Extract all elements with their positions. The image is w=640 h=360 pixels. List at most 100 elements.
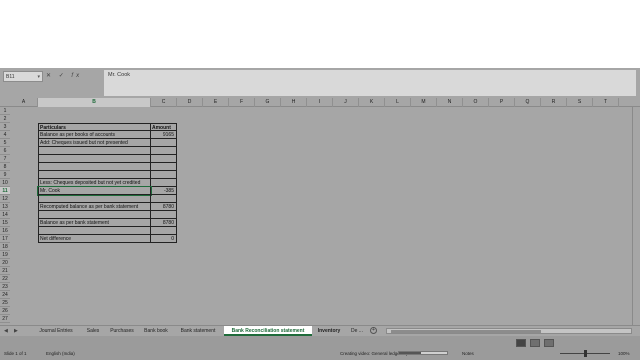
zoom-level[interactable]: 100% <box>618 349 630 358</box>
page-layout-icon[interactable] <box>530 339 540 347</box>
column-header-Q[interactable]: Q <box>515 98 541 107</box>
cell-B7[interactable] <box>38 155 151 163</box>
row-header-16[interactable]: 16 <box>0 227 10 235</box>
cell-B6[interactable] <box>38 147 151 155</box>
column-header-F[interactable]: F <box>229 98 255 107</box>
cell-B12[interactable] <box>38 195 151 203</box>
row-header-8[interactable]: 8 <box>0 163 10 171</box>
row-header-11[interactable]: 11 <box>0 187 10 195</box>
cell-C17[interactable]: 0 <box>151 235 177 243</box>
cell-C8[interactable] <box>151 163 177 171</box>
row-header-13[interactable]: 13 <box>0 203 10 211</box>
column-header-L[interactable]: L <box>385 98 411 107</box>
enter-icon[interactable]: ✓ <box>59 73 67 79</box>
chevron-down-icon[interactable]: ▾ <box>37 72 40 82</box>
tab-more[interactable]: De ... <box>347 326 367 336</box>
notes-button[interactable]: Notes <box>462 349 474 358</box>
row-header-18[interactable]: 18 <box>0 243 10 251</box>
tab-bank-reconciliation[interactable]: Bank Reconciliation statement <box>224 326 312 336</box>
column-header-J[interactable]: J <box>333 98 359 107</box>
column-header-G[interactable]: G <box>255 98 281 107</box>
cell-C10[interactable] <box>151 179 177 187</box>
cell-B9[interactable] <box>38 171 151 179</box>
cell-B3[interactable]: Particulars <box>38 123 151 131</box>
cell-B16[interactable] <box>38 227 151 235</box>
cancel-icon[interactable]: ✕ <box>46 73 54 79</box>
column-header-S[interactable]: S <box>567 98 593 107</box>
row-header-25[interactable]: 25 <box>0 299 10 307</box>
tab-bank-book[interactable]: Bank book <box>140 326 172 336</box>
worksheet-grid[interactable]: Particulars Amount Balance as per books … <box>10 107 632 325</box>
cell-B14[interactable] <box>38 211 151 219</box>
row-header-10[interactable]: 10 <box>0 179 10 187</box>
row-header-6[interactable]: 6 <box>0 147 10 155</box>
cell-C9[interactable] <box>151 171 177 179</box>
page-break-icon[interactable] <box>544 339 554 347</box>
row-header-12[interactable]: 12 <box>0 195 10 203</box>
tab-bank-statement[interactable]: Bank statement <box>175 326 221 336</box>
tab-inventory[interactable]: Inventory <box>313 326 345 336</box>
cell-C16[interactable] <box>151 227 177 235</box>
row-header-15[interactable]: 15 <box>0 219 10 227</box>
zoom-slider-thumb[interactable] <box>584 350 587 357</box>
horizontal-scrollbar-thumb[interactable] <box>391 330 541 333</box>
column-header-C[interactable]: C <box>151 98 177 107</box>
row-header-5[interactable]: 5 <box>0 139 10 147</box>
column-header-H[interactable]: H <box>281 98 307 107</box>
row-header-26[interactable]: 26 <box>0 307 10 315</box>
cell-B10[interactable]: Less: Cheques deposited but not yet cred… <box>38 179 151 187</box>
row-header-27[interactable]: 27 <box>0 315 10 323</box>
row-header-7[interactable]: 7 <box>0 155 10 163</box>
cell-C15[interactable]: 8780 <box>151 219 177 227</box>
row-header-3[interactable]: 3 <box>0 123 10 131</box>
column-header-A[interactable]: A <box>10 98 38 107</box>
column-header-E[interactable]: E <box>203 98 229 107</box>
cell-C4[interactable]: 9165 <box>151 131 177 139</box>
row-header-9[interactable]: 9 <box>0 171 10 179</box>
cell-C3[interactable]: Amount <box>151 123 177 131</box>
cell-B5[interactable]: Add: Cheques issued but not presented <box>38 139 151 147</box>
add-sheet-icon[interactable]: + <box>370 327 377 334</box>
row-header-4[interactable]: 4 <box>0 131 10 139</box>
tab-next-icon[interactable]: ▶ <box>14 326 18 336</box>
cell-B17[interactable]: Net difference <box>38 235 151 243</box>
cell-C13[interactable]: 8780 <box>151 203 177 211</box>
cell-B8[interactable] <box>38 163 151 171</box>
cell-C12[interactable] <box>151 195 177 203</box>
column-header-O[interactable]: O <box>463 98 489 107</box>
name-box[interactable]: B11 ▾ <box>3 71 43 82</box>
column-header-I[interactable]: I <box>307 98 333 107</box>
row-header-14[interactable]: 14 <box>0 211 10 219</box>
column-header-M[interactable]: M <box>411 98 437 107</box>
row-header-22[interactable]: 22 <box>0 275 10 283</box>
column-header-D[interactable]: D <box>177 98 203 107</box>
column-header-R[interactable]: R <box>541 98 567 107</box>
row-header-1[interactable]: 1 <box>0 107 10 115</box>
cell-C6[interactable] <box>151 147 177 155</box>
cell-B4[interactable]: Balance as per books of accounts <box>38 131 151 139</box>
cell-B11[interactable]: Mr. Cook <box>37 186 152 196</box>
row-header-19[interactable]: 19 <box>0 251 10 259</box>
row-header-21[interactable]: 21 <box>0 267 10 275</box>
tab-purchases[interactable]: Purchases <box>106 326 138 336</box>
insert-function-icon[interactable]: fx <box>71 73 82 79</box>
cell-C5[interactable] <box>151 139 177 147</box>
tab-journal-entries[interactable]: Journal Entries <box>34 326 78 336</box>
cell-C11[interactable]: -385 <box>151 187 177 195</box>
row-header-23[interactable]: 23 <box>0 283 10 291</box>
tab-prev-icon[interactable]: ◀ <box>4 326 8 336</box>
horizontal-scrollbar[interactable] <box>386 328 632 334</box>
column-header-P[interactable]: P <box>489 98 515 107</box>
cell-C14[interactable] <box>151 211 177 219</box>
row-header-17[interactable]: 17 <box>0 235 10 243</box>
normal-view-icon[interactable] <box>516 339 526 347</box>
cell-C7[interactable] <box>151 155 177 163</box>
cell-B13[interactable]: Recomputed balance as per bank statement <box>38 203 151 211</box>
cell-B15[interactable]: Balance as per bank statement <box>38 219 151 227</box>
vertical-scrollbar[interactable] <box>632 107 640 325</box>
column-header-T[interactable]: T <box>593 98 619 107</box>
row-header-2[interactable]: 2 <box>0 115 10 123</box>
language-indicator[interactable]: English (India) <box>46 349 75 358</box>
column-header-B[interactable]: B <box>38 98 151 107</box>
row-header-24[interactable]: 24 <box>0 291 10 299</box>
